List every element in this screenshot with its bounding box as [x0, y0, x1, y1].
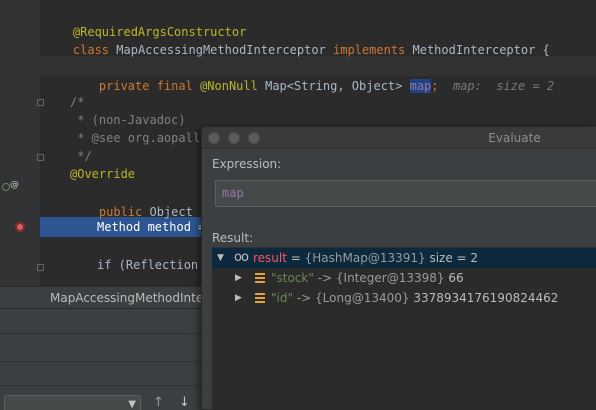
expression-label: Expression: [212, 157, 282, 171]
fold-marker-icon[interactable] [37, 99, 44, 106]
fold-marker-icon[interactable] [37, 154, 44, 161]
frames-select[interactable]: ▼ [4, 395, 141, 410]
override-annotation[interactable]: @Override [70, 164, 135, 184]
comment-line[interactable]: * (non-Javadoc) [70, 110, 185, 130]
entry-arrow: -> [313, 271, 336, 285]
chevron-down-icon[interactable]: ▼ [217, 248, 224, 268]
chevron-right-icon[interactable]: ▶ [235, 288, 242, 308]
fold-marker-icon[interactable] [37, 264, 44, 271]
map-entry-icon [255, 273, 265, 283]
comment-line[interactable]: */ [70, 146, 91, 166]
entry-key: "stock" [271, 271, 314, 285]
map-entry-icon [255, 293, 265, 303]
result-size: size = 2 [425, 251, 479, 265]
evaluate-dialog[interactable]: Evaluate Expression: map Result: ▼ oo re… [201, 126, 596, 410]
entry-arrow: -> [293, 291, 316, 305]
annotation-text: @NonNull [200, 79, 258, 93]
tree-row[interactable]: ▶ "id" -> {Long@13400} 33789341761908244… [212, 288, 596, 308]
code-line[interactable]: class MapAccessingMethodInterceptor impl… [44, 20, 550, 57]
breakpoint-code-line[interactable]: Method method = [97, 217, 213, 237]
inline-value-hint: map: size = 2 [452, 79, 555, 93]
chevron-right-icon[interactable]: ▶ [235, 268, 242, 288]
entry-key: "id" [271, 291, 293, 305]
keyword-text: implements [333, 43, 406, 57]
arrow-up-icon[interactable]: ↑ [153, 395, 164, 410]
semicolon-text: ; [431, 79, 439, 93]
breakpoint-icon[interactable] [15, 222, 25, 232]
keyword-text: private final [98, 79, 193, 93]
class-name-text: MapAccessingMethodInterceptor [116, 43, 326, 57]
tree-row[interactable]: ▶ "stock" -> {Integer@13398} 66 [212, 268, 596, 288]
expression-value[interactable]: map [222, 181, 244, 206]
result-name: result [253, 251, 287, 265]
tree-row[interactable]: ▼ oo result = {HashMap@13391} size = 2 [212, 248, 596, 268]
editor-gutter[interactable]: @ [0, 0, 40, 286]
arrow-down-icon[interactable]: ↓ [179, 395, 190, 410]
interface-name-text: MethodInterceptor { [412, 43, 550, 57]
comment-line[interactable]: /* [70, 92, 84, 112]
entry-value: 66 [448, 271, 464, 285]
implement-gutter-icon[interactable] [2, 183, 10, 191]
entry-value: 3378934176190824462 [413, 291, 559, 305]
equals-sign: = [286, 251, 305, 265]
result-label: Result: [212, 231, 254, 245]
result-tree[interactable]: ▼ oo result = {HashMap@13391} size = 2 ▶… [212, 247, 596, 409]
watch-glasses-icon: oo [234, 250, 249, 265]
result-ref: {HashMap@13391} [304, 251, 426, 265]
override-gutter-icon[interactable]: @ [10, 180, 19, 190]
dialog-titlebar[interactable]: Evaluate [202, 127, 596, 149]
dialog-title: Evaluate [488, 131, 541, 145]
keyword-text: class [72, 43, 110, 57]
code-line[interactable]: private final @NonNull Map<String, Objec… [70, 56, 554, 93]
breadcrumb-item[interactable]: MapAccessingMethodInterce [50, 291, 222, 305]
entry-ref: {Long@13400} [315, 291, 410, 305]
code-line[interactable]: @RequiredArgsConstructor [44, 2, 246, 39]
chevron-down-icon: ▼ [128, 399, 136, 410]
comment-line[interactable]: * @see org.aopalli [70, 128, 207, 148]
type-text: Map<String, Object> [265, 79, 403, 93]
expression-input[interactable]: map [215, 180, 596, 207]
entry-ref: {Integer@13398} [335, 271, 445, 285]
field-name-text[interactable]: map [409, 79, 432, 93]
